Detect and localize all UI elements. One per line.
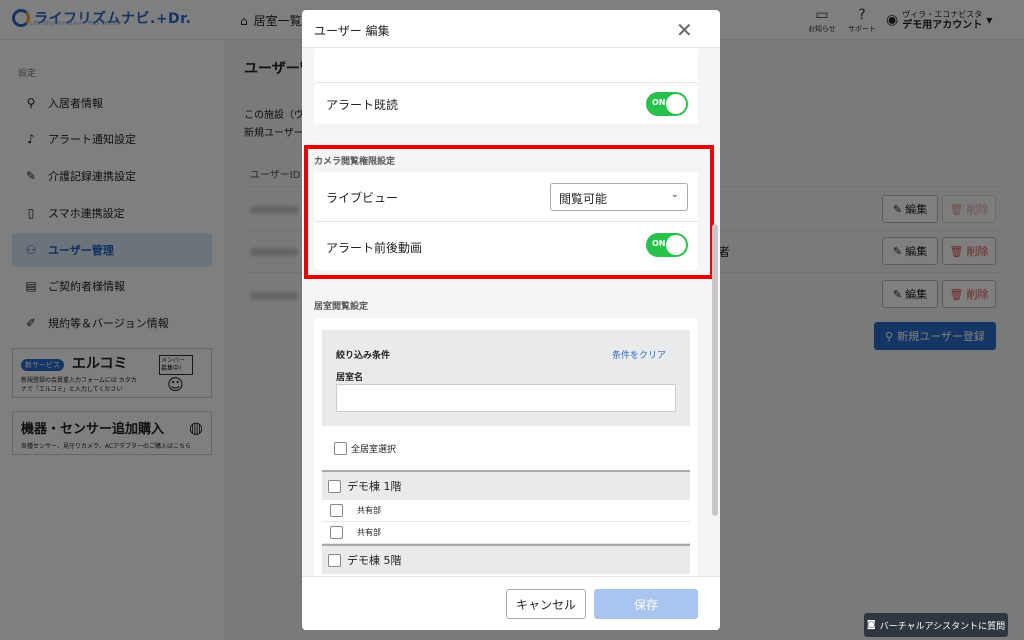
filter-box: 絞り込み条件 条件をクリア 居室名	[322, 330, 690, 426]
modal-body[interactable]: アラート既読 ON カメラ閲覧権限設定 ライブビュー 閲覧可能 ⌄ アラート前後…	[302, 48, 720, 576]
group-label: デモ棟 1階	[347, 480, 402, 493]
room-checkbox[interactable]	[330, 504, 343, 517]
room-label: 共有部	[357, 528, 381, 537]
virtual-assistant-label: バーチャルアシスタントに質問	[879, 621, 1006, 632]
list-item[interactable]: 共有部	[322, 500, 690, 522]
modal-footer: キャンセル 保存	[302, 576, 720, 630]
alert-read-card: アラート既読 ON	[314, 82, 698, 124]
cancel-button[interactable]: キャンセル	[506, 589, 586, 619]
modal-header: ユーザー 編集 ✕	[302, 10, 720, 48]
list-item[interactable]: 共有部	[322, 522, 690, 544]
select-all-row[interactable]: 全居室選択	[334, 442, 396, 455]
select-all-label: 全居室選択	[351, 445, 397, 455]
alert-read-label: アラート既読	[326, 98, 399, 112]
modal-title: ユーザー 編集	[314, 24, 390, 38]
clear-filter-link[interactable]: 条件をクリア	[612, 348, 666, 361]
save-button[interactable]: 保存	[594, 589, 698, 619]
camera-section-highlight	[304, 145, 714, 279]
robot-icon: ◙	[866, 620, 876, 630]
room-settings-card: 絞り込み条件 条件をクリア 居室名 全居室選択 デモ棟 1階 共有部 共有部 デ…	[314, 318, 698, 576]
group-checkbox[interactable]	[328, 553, 341, 567]
room-group-5f[interactable]: デモ棟 5階	[322, 544, 690, 574]
select-all-checkbox[interactable]	[334, 442, 347, 455]
toggle-on-label: ON	[652, 98, 666, 107]
user-edit-modal: ユーザー 編集 ✕ アラート既読 ON カメラ閲覧権限設定 ライブビュー 閲覧可…	[302, 10, 720, 630]
toggle-knob	[666, 94, 686, 114]
close-icon[interactable]: ✕	[676, 18, 693, 42]
room-name-input[interactable]	[336, 384, 676, 412]
filter-label: 絞り込み条件	[336, 351, 391, 361]
virtual-assistant-button[interactable]: ◙ バーチャルアシスタントに質問	[864, 613, 1008, 637]
alert-read-row: アラート既読 ON	[314, 79, 698, 129]
room-label: 共有部	[357, 506, 381, 515]
alert-read-toggle[interactable]: ON	[646, 92, 688, 116]
room-checkbox[interactable]	[330, 526, 343, 539]
room-group-1f[interactable]: デモ棟 1階	[322, 470, 690, 500]
group-label: デモ棟 5階	[347, 554, 402, 567]
modal-scrollbar[interactable]	[712, 224, 718, 516]
room-name-label: 居室名	[336, 373, 364, 383]
group-checkbox[interactable]	[328, 479, 341, 493]
room-section-title: 居室閲覧設定	[314, 302, 369, 312]
